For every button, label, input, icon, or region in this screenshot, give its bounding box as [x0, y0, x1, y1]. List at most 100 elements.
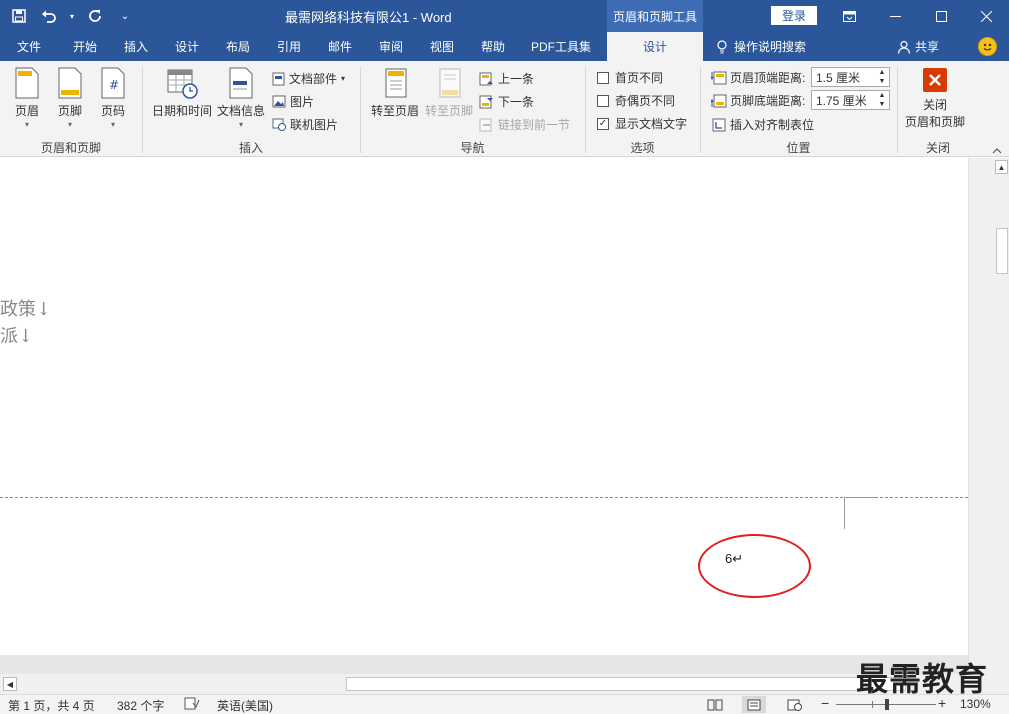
tab-mailings[interactable]: 邮件: [318, 32, 362, 61]
online-picture-label: 联机图片: [290, 118, 339, 132]
footer-button[interactable]: 页脚 ▾: [57, 67, 83, 129]
share-button[interactable]: 共享: [897, 32, 939, 61]
context-tab-title: 页眉和页脚工具: [607, 0, 703, 32]
print-layout-icon[interactable]: [742, 696, 766, 713]
vertical-scrollbar[interactable]: ▲: [968, 158, 1009, 674]
insert-alignment-tab-label: 插入对齐制表位: [730, 118, 815, 132]
different-first-page-label: 首页不同: [615, 71, 664, 85]
watermark-logo: 最需教育: [856, 660, 989, 698]
page-number-button[interactable]: # 页码 ▾: [100, 67, 126, 129]
ribbon-display-options-icon[interactable]: [826, 0, 872, 32]
ribbon: 页眉 ▾ 页脚 ▾ # 页码 ▾ 页眉和页脚 日期和时间 文档信息 ▾ 文档部件…: [0, 61, 1009, 157]
zoom-out-icon[interactable]: −: [821, 695, 829, 711]
header-icon: [15, 67, 39, 99]
header-button[interactable]: 页眉 ▾: [14, 67, 40, 129]
undo-icon[interactable]: [38, 5, 60, 27]
picture-button[interactable]: 图片: [272, 93, 314, 110]
scroll-up-icon[interactable]: ▲: [995, 160, 1008, 174]
tab-insert[interactable]: 插入: [114, 32, 158, 61]
quick-parts-label: 文档部件: [289, 72, 338, 86]
tab-design[interactable]: 设计: [165, 32, 209, 61]
page-number-dropdown-icon: ▾: [110, 120, 115, 129]
tab-view[interactable]: 视图: [420, 32, 464, 61]
group-label-navigation: 导航: [460, 141, 485, 155]
previous-button[interactable]: 上一条: [479, 70, 534, 87]
collapse-ribbon-icon[interactable]: [992, 146, 1002, 156]
tab-file[interactable]: 文件: [8, 32, 50, 61]
person-icon: [897, 40, 911, 54]
online-picture-button[interactable]: 联机图片: [272, 116, 338, 133]
goto-footer-label: 转至页脚: [425, 104, 474, 118]
date-time-label: 日期和时间: [152, 104, 213, 118]
undo-dropdown-icon[interactable]: ▾: [68, 5, 76, 27]
goto-footer-icon: [439, 68, 461, 98]
svg-text:#: #: [109, 78, 119, 92]
word-count-status[interactable]: 382 个字: [117, 697, 164, 714]
proofing-icon[interactable]: [184, 697, 200, 713]
language-status[interactable]: 英语(美国): [217, 697, 273, 714]
document-canvas[interactable]: 政策↓ 派↓ 6↵: [0, 158, 968, 674]
checkmark-icon: ✓: [597, 117, 609, 130]
header-top-distance-row: 页眉顶端距离:: [711, 69, 805, 86]
group-label-header-footer: 页眉和页脚: [40, 141, 101, 155]
footer-dropdown-icon: ▾: [67, 120, 72, 129]
horizontal-scroll-thumb[interactable]: [346, 677, 906, 691]
next-button[interactable]: 下一条: [479, 93, 534, 110]
close-red-x-icon: [923, 68, 947, 92]
insert-alignment-tab-button[interactable]: 插入对齐制表位: [712, 116, 814, 133]
footer-icon: [58, 67, 82, 99]
next-label: 下一条: [498, 95, 535, 109]
tab-references[interactable]: 引用: [267, 32, 311, 61]
save-icon[interactable]: [8, 5, 30, 27]
tab-layout[interactable]: 布局: [216, 32, 260, 61]
checkbox-box: [597, 71, 609, 84]
spin-arrows-icon[interactable]: ▲ ▼: [877, 68, 887, 86]
show-document-text-checkbox[interactable]: ✓ 显示文档文字: [597, 115, 687, 132]
login-button[interactable]: 登录: [771, 6, 817, 25]
vertical-scroll-thumb[interactable]: [996, 228, 1008, 274]
tab-help[interactable]: 帮助: [471, 32, 515, 61]
scroll-left-icon[interactable]: ◀: [3, 677, 17, 691]
footer-boundary-line: [0, 497, 968, 498]
zoom-slider-thumb[interactable]: [885, 699, 889, 710]
feedback-smiley-icon[interactable]: [978, 37, 997, 56]
tab-home[interactable]: 开始: [63, 32, 107, 61]
minimize-icon[interactable]: [872, 0, 918, 32]
page-count-status[interactable]: 第 1 页，共 4 页: [8, 697, 95, 714]
goto-footer-button[interactable]: 转至页脚: [425, 67, 473, 119]
goto-header-button[interactable]: 转至页眉: [371, 67, 419, 119]
footer-bottom-distance-label: 页脚底端距离:: [730, 94, 806, 108]
page-number-icon: #: [101, 67, 125, 99]
tell-me-search[interactable]: 操作说明搜索: [716, 32, 806, 61]
doc-info-button[interactable]: 文档信息 ▾: [217, 67, 265, 129]
checkbox-box: [597, 94, 609, 107]
read-mode-icon[interactable]: [703, 696, 727, 713]
close-icon[interactable]: [963, 0, 1009, 32]
redo-icon[interactable]: [84, 5, 106, 27]
quick-parts-button[interactable]: 文档部件 ▾: [272, 70, 345, 87]
link-icon: [479, 118, 492, 131]
link-previous-button[interactable]: 链接到前一节: [479, 116, 570, 133]
group-label-close: 关闭: [925, 141, 950, 155]
annotation-ellipse: [698, 534, 811, 598]
tab-review[interactable]: 审阅: [369, 32, 413, 61]
header-position-icon: [711, 71, 727, 84]
web-layout-icon[interactable]: [782, 696, 806, 713]
header-top-distance-input[interactable]: 1.5 厘米 ▲ ▼: [811, 67, 890, 87]
customize-qat-icon[interactable]: ⌄: [114, 5, 136, 27]
footer-bottom-distance-input[interactable]: 1.75 厘米 ▲ ▼: [811, 90, 890, 110]
close-label-line1: 关闭: [923, 98, 948, 112]
spin-arrows-icon[interactable]: ▲ ▼: [877, 91, 887, 109]
tab-pdf-tools[interactable]: PDF工具集: [524, 32, 598, 61]
close-label-line2: 页眉和页脚: [905, 115, 966, 129]
close-header-footer-button[interactable]: 关闭 页眉和页脚: [905, 67, 965, 130]
maximize-icon[interactable]: [918, 0, 964, 32]
quick-access-toolbar: ▾ ⌄: [8, 0, 136, 32]
different-first-page-checkbox[interactable]: 首页不同: [597, 69, 663, 86]
picture-icon: [272, 95, 286, 108]
footer-label: 页脚: [57, 104, 82, 118]
footer-bottom-distance-row: 页脚底端距离:: [711, 92, 805, 109]
date-time-button[interactable]: 日期和时间: [152, 67, 212, 119]
tab-header-footer-design[interactable]: 设计: [607, 32, 703, 61]
different-odd-even-checkbox[interactable]: 奇偶页不同: [597, 92, 675, 109]
